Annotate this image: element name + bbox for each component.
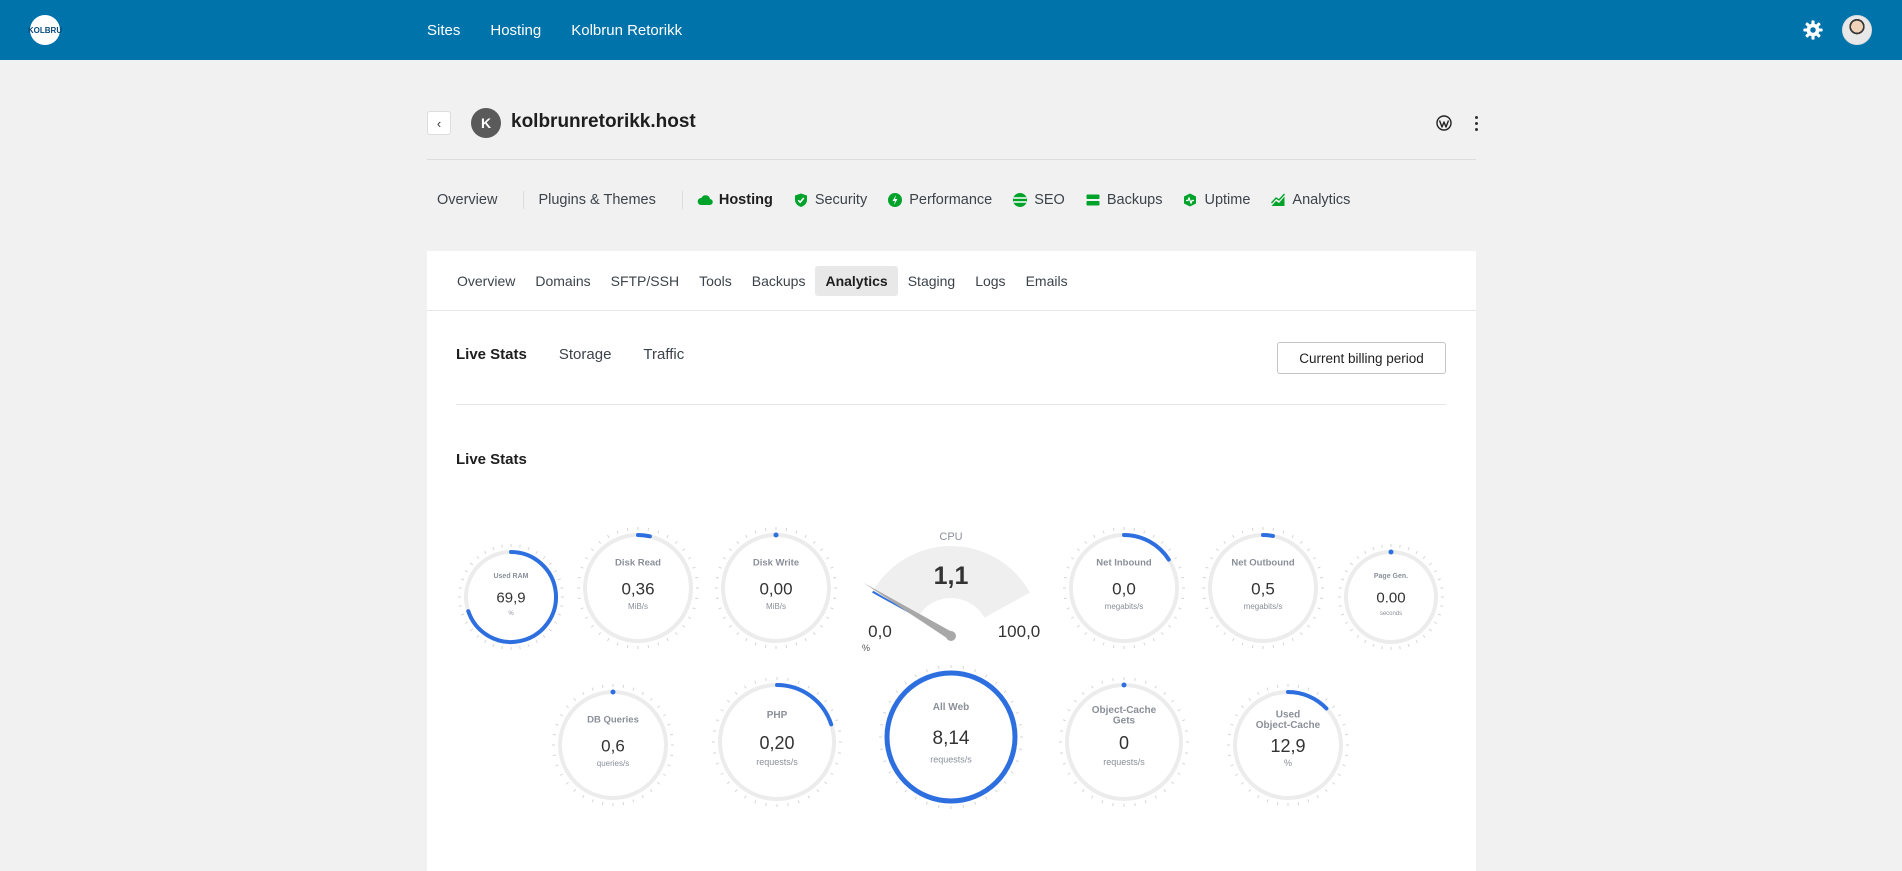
tab-label: Hosting (718, 192, 773, 208)
tab-seo[interactable]: SEO (1002, 186, 1075, 214)
tab-performance[interactable]: Performance (877, 186, 1002, 214)
nav-site-name-link[interactable]: Kolbrun Retorikk (571, 22, 682, 39)
top-navigation: Sites Hosting Kolbrun Retorikk (427, 0, 712, 60)
bolt-icon (888, 193, 903, 207)
tab-label: SEO (1034, 192, 1065, 208)
logo-text: KOLBRU (27, 25, 63, 35)
header-divider (427, 159, 1476, 160)
uptime-icon (1184, 193, 1197, 207)
subtab-overview[interactable]: Overview (447, 266, 525, 296)
back-button[interactable]: ‹ (427, 111, 451, 135)
tab-separator (523, 191, 525, 209)
analytics-tabs: Live Stats Storage Traffic (456, 346, 684, 363)
billing-period-button[interactable]: Current billing period (1277, 342, 1446, 374)
user-avatar[interactable] (1842, 15, 1872, 45)
site-avatar: K (471, 108, 501, 138)
tab-label: Security (814, 192, 868, 208)
tab-label: Backups (1106, 192, 1163, 208)
site-logo[interactable]: KOLBRU (27, 15, 63, 45)
chart-icon (1271, 193, 1286, 206)
subtab-staging[interactable]: Staging (898, 266, 965, 296)
site-tabs: Overview Plugins & Themes Hosting Securi… (427, 186, 1360, 214)
cloud-icon (697, 195, 713, 206)
tab-separator (681, 191, 683, 209)
tab-label: Overview (437, 192, 498, 208)
wordpress-icon[interactable] (1436, 115, 1452, 131)
hosting-panel: Overview Domains SFTP/SSH Tools Backups … (427, 251, 1476, 871)
section-title: Live Stats (456, 451, 527, 468)
server-icon (1086, 194, 1100, 206)
tab-hosting[interactable]: Hosting (687, 186, 783, 214)
subtab-analytics[interactable]: Analytics (815, 265, 898, 296)
tab-traffic[interactable]: Traffic (643, 346, 684, 363)
top-bar: KOLBRU Sites Hosting Kolbrun Retorikk (0, 0, 1902, 60)
globe-icon (1013, 193, 1028, 207)
more-vertical-icon[interactable] (1470, 113, 1482, 133)
shield-icon (794, 193, 807, 207)
site-title: kolbrunretorikk.host (511, 111, 696, 132)
subtab-tools[interactable]: Tools (689, 266, 742, 296)
tab-security[interactable]: Security (783, 186, 877, 214)
hosting-subnav: Overview Domains SFTP/SSH Tools Backups … (427, 251, 1476, 311)
panel-divider (456, 404, 1446, 405)
subtab-sftp-ssh[interactable]: SFTP/SSH (601, 266, 689, 296)
tab-live-stats[interactable]: Live Stats (456, 346, 527, 363)
nav-hosting-link[interactable]: Hosting (490, 22, 541, 39)
tab-plugins-themes[interactable]: Plugins & Themes (528, 186, 665, 214)
chevron-left-icon: ‹ (436, 115, 442, 131)
tab-backups[interactable]: Backups (1075, 186, 1173, 214)
tab-analytics[interactable]: Analytics (1260, 186, 1360, 214)
subtab-logs[interactable]: Logs (965, 266, 1015, 296)
tab-storage[interactable]: Storage (559, 346, 612, 363)
subtab-backups[interactable]: Backups (742, 266, 816, 296)
gear-icon[interactable] (1802, 19, 1824, 41)
nav-sites-link[interactable]: Sites (427, 22, 460, 39)
subtab-domains[interactable]: Domains (525, 266, 600, 296)
tab-label: Plugins & Themes (538, 192, 656, 208)
tab-overview[interactable]: Overview (427, 186, 507, 214)
tab-uptime[interactable]: Uptime (1172, 186, 1260, 214)
tab-label: Uptime (1204, 192, 1251, 208)
tab-label: Analytics (1292, 192, 1351, 208)
subtab-emails[interactable]: Emails (1016, 266, 1078, 296)
tab-label: Performance (909, 192, 993, 208)
